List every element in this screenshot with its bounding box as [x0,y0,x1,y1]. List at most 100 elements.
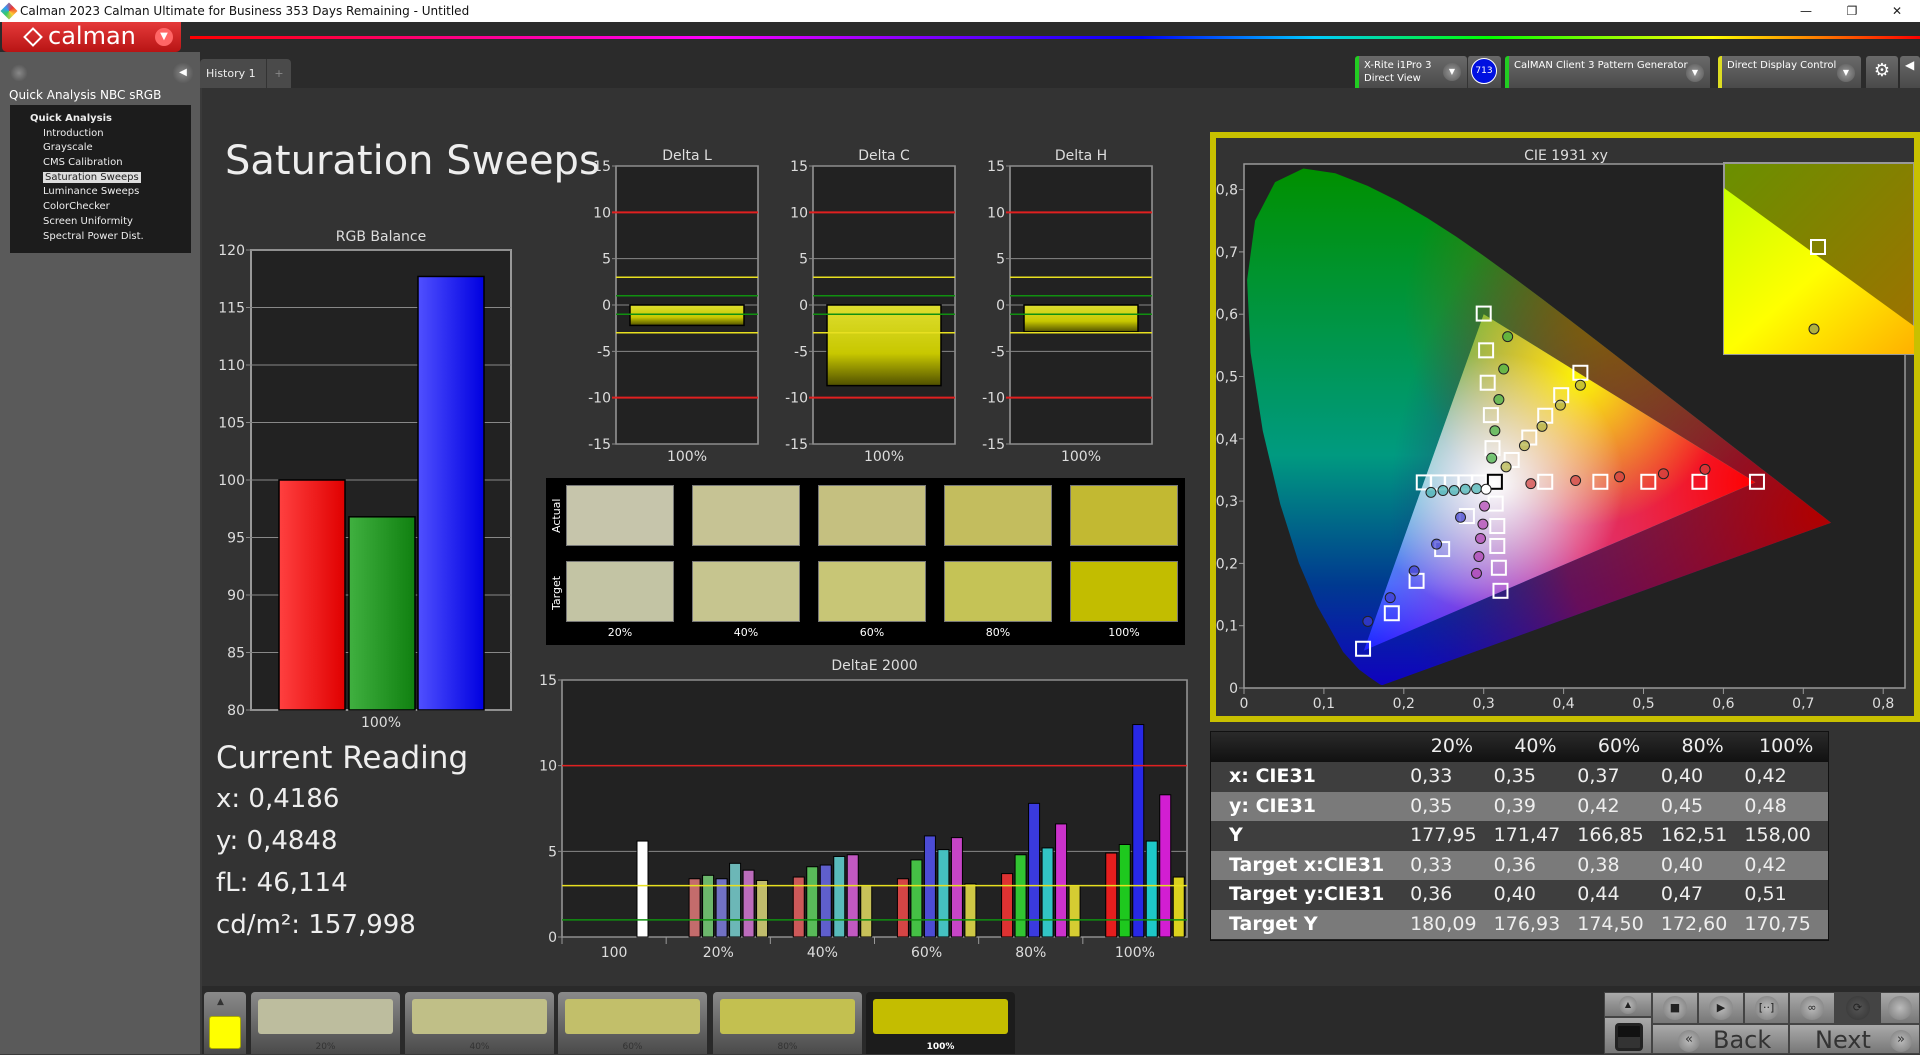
minimize-button[interactable]: — [1783,0,1829,22]
collapse-right-button[interactable]: ◀ [1900,56,1920,88]
play-button[interactable]: ▶ [1698,992,1744,1024]
tree-item-luminance-sweeps[interactable]: Luminance Sweeps [10,185,191,200]
deltae-bar-red [896,878,909,938]
delta-chart-title: Delta L [662,148,712,164]
table-cell: 162,51 [1660,824,1728,846]
tree-item-introduction[interactable]: Introduction [10,127,191,142]
cie-chart: 0 0,1 0,2 0,3 0,4 0,5 0,6 0,7 0,8 0 0,1 0,2 0,3 0,4 0,… [1216,162,1914,712]
deltae-bar-yellow [756,879,769,938]
deltae-bar-cyan [729,862,742,938]
measured-point-B [1431,538,1443,550]
deltae-bar-blue [923,835,936,938]
row-label: Target x:CIE31 [1229,853,1385,876]
measured-point-Y [1554,399,1566,411]
x-tick-label: 60% [911,945,942,960]
stop-button[interactable]: ■ [1652,992,1698,1024]
display-control-selector[interactable]: Direct Display Control ▼ [1718,56,1861,88]
current-reading-title: Current Reading [216,740,469,776]
y-tick-label: -5 [597,344,611,360]
next-button[interactable]: Next» [1789,1024,1920,1054]
step-swatch [720,999,855,1034]
measured-point-R [1525,478,1537,490]
tree-root[interactable]: Quick Analysis [10,112,191,127]
up-arrow-icon: ▲ [217,997,224,1007]
step-label: 40% [469,1042,490,1052]
step-button-80pct[interactable]: 80% [713,992,862,1054]
target-swatch [818,561,926,622]
close-button[interactable]: ✕ [1874,0,1920,22]
deltae-bar-green [1014,854,1027,938]
tree-item-saturation-sweeps[interactable]: Saturation Sweeps [10,171,191,186]
deltae-bar-cyan [1145,840,1158,938]
y-tick-label: 5 [602,252,611,268]
y-tick-label: -10 [982,391,1005,407]
table-cell: 176,93 [1493,912,1561,935]
step-button-40pct[interactable]: 40% [405,992,554,1054]
table-cell: 0,51 [1744,883,1787,905]
reading-fl: fL: 46,114 [216,868,348,898]
tab-history-1[interactable]: History 1 + [200,59,291,88]
delta-chart-title: Delta C [858,148,910,164]
step-button-60pct[interactable]: 60% [558,992,707,1054]
deltae-bar-cyan [833,855,846,938]
collapse-sidebar-button[interactable]: ◀ [172,62,194,84]
step-button-20pct[interactable]: 20% [251,992,400,1054]
deltae-bar-cyan [937,849,950,938]
y-tick-label: 0 [996,298,1005,314]
back-button[interactable]: «Back [1652,1024,1789,1054]
table-cell: 174,50 [1577,912,1644,935]
maximize-button[interactable]: ❐ [1829,0,1875,22]
column-header: 80% [1681,735,1724,757]
measured-point-G [1498,363,1510,375]
x-tick-label: 100% [864,449,904,465]
table-row: x: CIE31 0,33 0,35 0,37 0,40 0,42 [1211,762,1828,792]
chevron-down-icon: ▼ [1837,64,1855,82]
x-tick-label: 0,2 [1393,696,1415,712]
stop-measure-button[interactable] [1604,1017,1652,1054]
y-tick-label: 115 [218,301,245,317]
measured-point-Y [1518,440,1530,452]
x-tick-label: 0,8 [1872,696,1894,712]
calman-menu-button[interactable]: calman ▼ [2,22,181,52]
target-swatch [944,561,1052,622]
settings-gear-icon[interactable]: ⚙ [1866,56,1898,88]
pin-button[interactable] [10,64,28,82]
tree-item-grayscale[interactable]: Grayscale [10,141,191,156]
x-tick-label: 0,5 [1632,696,1654,712]
measured-point-G [1502,331,1514,343]
bar-B [417,275,485,711]
y-tick-label: 90 [227,588,245,604]
meter-badge-button[interactable]: 713 [1467,56,1501,88]
current-color-button[interactable]: ▲ [204,992,246,1054]
tree-item-cms-calibration[interactable]: CMS Calibration [10,156,191,171]
add-tab-button[interactable]: + [266,59,291,88]
x-tick-label: 0,6 [1712,696,1734,712]
meter-selector[interactable]: X-Rite i1Pro 3 Direct View ▼ [1355,56,1467,88]
tree-item-screen-uniformity[interactable]: Screen Uniformity [10,215,191,230]
workflow-name: Quick Analysis NBC sRGB [9,88,162,102]
measured-point-C [1471,483,1483,495]
record-button[interactable] [1880,992,1920,1024]
y-tick-label: 0,4 [1216,432,1238,448]
pattern-generator-selector[interactable]: CalMAN Client 3 Pattern Generator ▼ [1505,56,1710,88]
y-tick-label: 10 [790,205,808,221]
measured-point-M [1471,567,1483,579]
white-measured-point [1480,483,1492,495]
y-tick-label: 110 [218,358,245,374]
continuous-button[interactable]: ∞ [1789,992,1835,1024]
chevron-down-icon: ▼ [1686,64,1704,82]
read-series-button[interactable]: [··] [1744,992,1789,1024]
tree-item-spectral-power[interactable]: Spectral Power Dist. [10,230,191,245]
step-button-100pct[interactable]: 100% [866,992,1015,1054]
x-tick-label: 80% [1015,945,1046,960]
tree-item-colorchecker[interactable]: ColorChecker [10,200,191,215]
x-tick-label: 100% [1115,945,1155,960]
step-swatch [565,999,700,1034]
actual-swatch [692,485,800,546]
double-chevron-left-icon: « [1678,1030,1700,1052]
deltae-bar-yellow [964,883,977,938]
y-tick-label: 0 [799,298,808,314]
expand-button[interactable]: ▲ [1604,992,1652,1017]
refresh-button[interactable]: ⟳ [1835,992,1880,1024]
table-cell: 0,37 [1577,765,1620,787]
